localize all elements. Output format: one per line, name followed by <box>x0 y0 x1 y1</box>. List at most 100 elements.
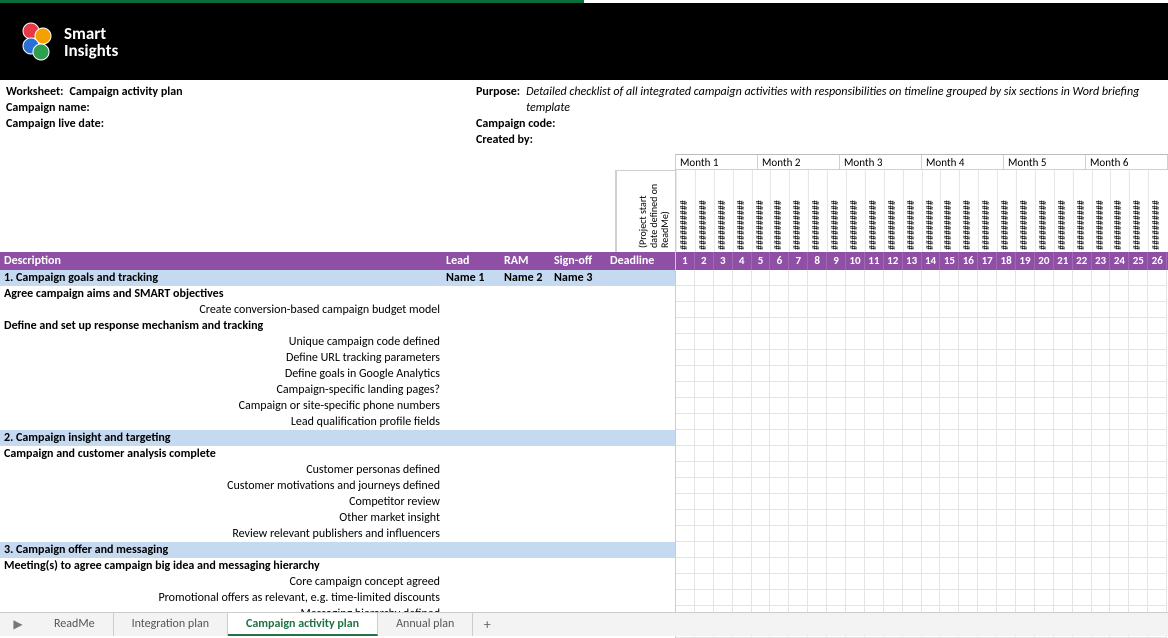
timeline-cell[interactable] <box>846 286 865 302</box>
timeline-cell[interactable] <box>1092 462 1111 478</box>
table-row[interactable]: Agree campaign aims and SMART objectives <box>0 286 675 302</box>
timeline-cell[interactable] <box>1016 574 1035 590</box>
timeline-cell[interactable] <box>997 382 1016 398</box>
timeline-cell[interactable] <box>884 270 903 286</box>
timeline-cell[interactable] <box>1073 302 1092 318</box>
timeline-cell[interactable] <box>1016 446 1035 462</box>
timeline-cell[interactable] <box>846 302 865 318</box>
timeline-cell[interactable] <box>1110 446 1129 462</box>
timeline-cell[interactable] <box>752 302 771 318</box>
timeline-cell[interactable] <box>922 286 941 302</box>
timeline-cell[interactable] <box>1035 574 1054 590</box>
table-row[interactable]: Other market insight <box>0 510 675 526</box>
timeline-cell[interactable] <box>978 318 997 334</box>
timeline-cell[interactable] <box>1054 414 1073 430</box>
timeline-cell[interactable] <box>997 350 1016 366</box>
timeline-cell[interactable] <box>789 542 808 558</box>
timeline-cell[interactable] <box>676 334 695 350</box>
timeline-cell[interactable] <box>1092 414 1111 430</box>
timeline-cell[interactable] <box>1129 366 1148 382</box>
timeline-cell[interactable] <box>827 542 846 558</box>
timeline-cell[interactable] <box>808 318 827 334</box>
timeline-cell[interactable] <box>1035 478 1054 494</box>
timeline-cell[interactable] <box>940 414 959 430</box>
timeline-cell[interactable] <box>695 366 714 382</box>
tab-activity[interactable]: Campaign activity plan <box>228 613 378 636</box>
timeline-cell[interactable] <box>1035 382 1054 398</box>
timeline-cell[interactable] <box>1054 430 1073 446</box>
timeline-cell[interactable] <box>884 462 903 478</box>
timeline-cell[interactable] <box>1110 334 1129 350</box>
timeline-cell[interactable] <box>1054 462 1073 478</box>
timeline-cell[interactable] <box>1035 350 1054 366</box>
timeline-cell[interactable] <box>940 398 959 414</box>
timeline-cell[interactable] <box>676 286 695 302</box>
timeline-cell[interactable] <box>865 462 884 478</box>
timeline-cell[interactable] <box>733 302 752 318</box>
timeline-cell[interactable] <box>1016 382 1035 398</box>
timeline-cell[interactable] <box>770 366 789 382</box>
timeline-cell[interactable] <box>1054 510 1073 526</box>
timeline-cell[interactable] <box>770 510 789 526</box>
timeline-cell[interactable] <box>676 430 695 446</box>
table-row[interactable]: Core campaign concept agreed <box>0 574 675 590</box>
timeline-cell[interactable] <box>1016 398 1035 414</box>
timeline-cell[interactable] <box>1054 366 1073 382</box>
timeline-cell[interactable] <box>1148 318 1167 334</box>
timeline-cell[interactable] <box>940 366 959 382</box>
timeline-cell[interactable] <box>1054 494 1073 510</box>
timeline-cell[interactable] <box>789 590 808 606</box>
timeline-cell[interactable] <box>752 350 771 366</box>
timeline-cell[interactable] <box>997 414 1016 430</box>
timeline-cell[interactable] <box>1129 446 1148 462</box>
timeline-cell[interactable] <box>865 382 884 398</box>
timeline-cell[interactable] <box>827 446 846 462</box>
timeline-cell[interactable] <box>978 366 997 382</box>
timeline-cell[interactable] <box>922 558 941 574</box>
timeline-cell[interactable] <box>1110 478 1129 494</box>
timeline-cell[interactable] <box>884 398 903 414</box>
timeline-cell[interactable] <box>1092 574 1111 590</box>
timeline-cell[interactable] <box>903 366 922 382</box>
timeline-cell[interactable] <box>997 270 1016 286</box>
timeline-cell[interactable] <box>865 590 884 606</box>
timeline-cell[interactable] <box>846 398 865 414</box>
table-row[interactable]: Campaign-specific landing pages? <box>0 382 675 398</box>
timeline-cell[interactable] <box>1054 398 1073 414</box>
timeline-cell[interactable] <box>1073 430 1092 446</box>
timeline-cell[interactable] <box>1016 478 1035 494</box>
timeline-cell[interactable] <box>903 462 922 478</box>
timeline-cell[interactable] <box>1092 446 1111 462</box>
timeline-cell[interactable] <box>827 382 846 398</box>
timeline-cell[interactable] <box>695 398 714 414</box>
timeline-cell[interactable] <box>827 430 846 446</box>
timeline-cell[interactable] <box>997 398 1016 414</box>
timeline-cell[interactable] <box>1035 366 1054 382</box>
timeline-cell[interactable] <box>1016 286 1035 302</box>
timeline-cell[interactable] <box>752 462 771 478</box>
timeline-cell[interactable] <box>1148 270 1167 286</box>
table-row[interactable]: 1. Campaign goals and trackingName 1Name… <box>0 270 675 286</box>
timeline-cell[interactable] <box>940 510 959 526</box>
timeline-cell[interactable] <box>1092 510 1111 526</box>
timeline-cell[interactable] <box>959 462 978 478</box>
timeline-cell[interactable] <box>695 462 714 478</box>
timeline-cell[interactable] <box>846 446 865 462</box>
table-row[interactable]: Competitor review <box>0 494 675 510</box>
timeline-cell[interactable] <box>676 270 695 286</box>
timeline-cell[interactable] <box>940 270 959 286</box>
timeline-cell[interactable] <box>1073 270 1092 286</box>
timeline-cell[interactable] <box>846 462 865 478</box>
timeline-cell[interactable] <box>733 414 752 430</box>
timeline-cell[interactable] <box>827 350 846 366</box>
timeline-cell[interactable] <box>1016 510 1035 526</box>
timeline-cell[interactable] <box>1148 558 1167 574</box>
timeline-cell[interactable] <box>808 558 827 574</box>
timeline-cell[interactable] <box>997 430 1016 446</box>
timeline-cell[interactable] <box>770 462 789 478</box>
timeline-cell[interactable] <box>1148 350 1167 366</box>
timeline-cell[interactable] <box>1054 574 1073 590</box>
timeline-cell[interactable] <box>940 494 959 510</box>
timeline-cell[interactable] <box>922 430 941 446</box>
timeline-cell[interactable] <box>1073 542 1092 558</box>
